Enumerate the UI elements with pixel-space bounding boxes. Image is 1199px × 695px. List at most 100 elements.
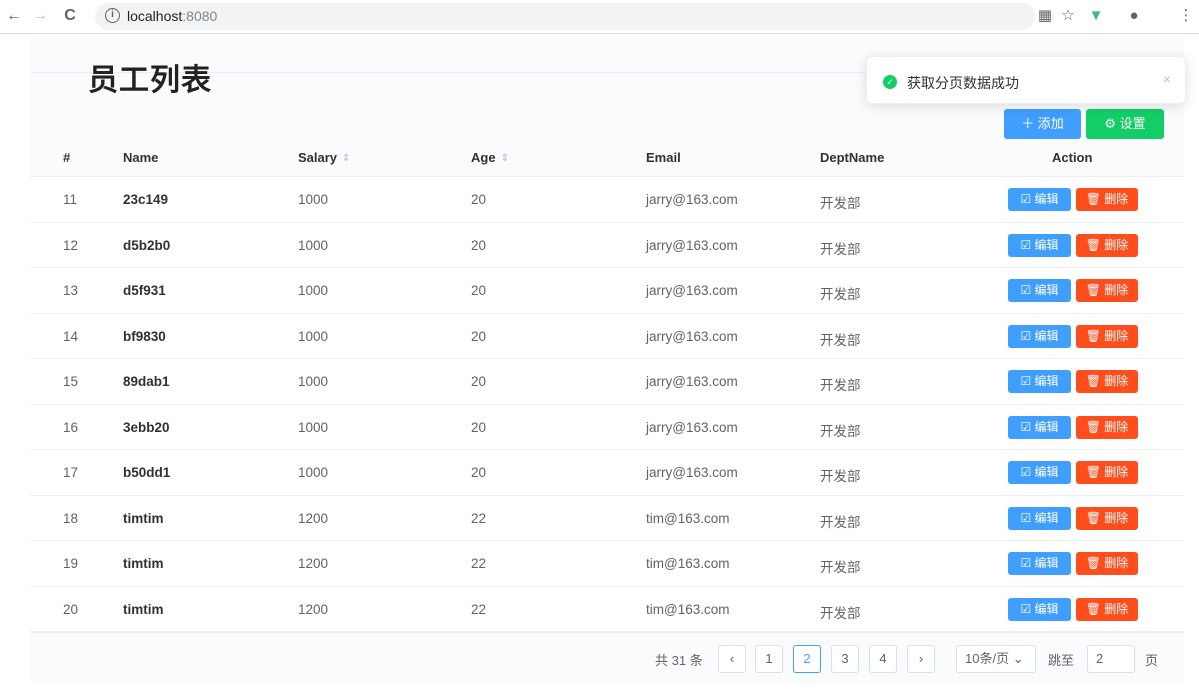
cell-email: jarry@163.com (646, 237, 738, 253)
cell-dept: 开发部 (820, 287, 861, 302)
cell-email: jarry@163.com (646, 192, 738, 207)
table-row: 12 d5b2b0 1000 20 jarry@163.com 开发部 ☑ 编辑 🗑 删除 (30, 223, 1184, 268)
cell-salary: 1000 (298, 328, 329, 344)
cell-email: jarry@163.com (646, 465, 738, 480)
next-page-button[interactable]: › (907, 645, 935, 673)
delete-button[interactable]: 🗑 删除 (1076, 506, 1138, 530)
address-bar[interactable]: i localhost:8080 (95, 3, 1035, 30)
cell-age: 22 (471, 556, 487, 571)
table-row: 19 timtim 1200 22 tim@163.com 开发部 ☑ 编辑 🗑 删除 (30, 541, 1184, 587)
menu-kebab-icon[interactable]: ⋮ (1176, 6, 1196, 26)
edit-button[interactable]: ☑ 编辑 (1008, 370, 1071, 393)
cell-salary: 1200 (298, 510, 329, 526)
pagination: 共 31 条 ‹ 1 2 3 4 › 10条/页 ⌄ 跳至 2 页 (30, 632, 1184, 684)
page-4-button[interactable]: 4 (869, 645, 897, 673)
pagination-total: 共 31 条 (655, 653, 703, 668)
page-2-button[interactable]: 2 (793, 645, 821, 673)
cell-age: 20 (471, 374, 487, 389)
cell-salary: 1000 (298, 283, 329, 298)
table-body: 11 23c149 1000 20 jarry@163.com 开发部 ☑ 编辑 🗑 删除 12… (30, 177, 1184, 632)
edit-button[interactable]: ☑ 编辑 (1008, 597, 1071, 621)
edit-button[interactable]: ☑ 编辑 (1008, 552, 1071, 575)
delete-button[interactable]: 🗑 删除 (1076, 233, 1138, 257)
cell-salary: 1200 (298, 601, 329, 617)
cell-age: 22 (471, 601, 487, 617)
chevron-down-icon: ⌄ (1012, 651, 1024, 666)
delete-button[interactable]: 🗑 删除 (1076, 324, 1138, 348)
cell-dept: 开发部 (820, 196, 861, 211)
cell-age: 22 (471, 510, 487, 526)
header-age[interactable]: Age ⇕ (471, 150, 509, 165)
cell-name: 3ebb20 (123, 419, 170, 435)
edit-button[interactable]: ☑ 编辑 (1008, 506, 1071, 530)
cell-name: d5f931 (123, 283, 166, 298)
header-action: Action (1052, 150, 1093, 165)
edit-button[interactable]: ☑ 编辑 (1008, 188, 1071, 211)
cell-name: 89dab1 (123, 374, 170, 389)
cell-name: timtim (123, 510, 164, 526)
cell-salary: 1000 (298, 237, 329, 253)
add-button[interactable]: ＋ 添加 (1004, 109, 1081, 139)
success-notification: ✓ 获取分页数据成功 × (866, 56, 1186, 104)
cell-name: 23c149 (123, 192, 169, 207)
browser-toolbar: ← → C i localhost:8080 ▦ ☆ ▼ ● ⋮ (0, 0, 1199, 34)
edit-button[interactable]: ☑ 编辑 (1008, 324, 1071, 348)
header-salary[interactable]: Salary ⇕ (298, 150, 350, 165)
edit-button[interactable]: ☑ 编辑 (1008, 461, 1071, 484)
cell-name: timtim (123, 556, 164, 571)
jump-label: 跳至 (1048, 653, 1075, 668)
url-port: :8080 (182, 8, 218, 24)
employee-table: # Name Salary ⇕ Age ⇕ Email DeptName Actio… (30, 141, 1184, 632)
cell-index: 13 (63, 283, 79, 298)
page-title: 员工列表 (88, 64, 212, 97)
cell-email: jarry@163.com (646, 283, 738, 298)
cell-name: b50dd1 (123, 465, 171, 480)
sort-icon[interactable]: ⇕ (501, 153, 509, 163)
delete-button[interactable]: 🗑 删除 (1076, 415, 1138, 439)
employee-page: 员工列表 ＋ 添加 ⚙ 设置 # Name Salary ⇕ Age ⇕ Email… (30, 35, 1184, 685)
delete-button[interactable]: 🗑 删除 (1076, 188, 1138, 211)
page-size-select[interactable]: 10条/页 ⌄ (956, 645, 1036, 673)
settings-button[interactable]: ⚙ 设置 (1086, 109, 1164, 139)
vue-devtools-icon[interactable]: ▼ (1086, 6, 1106, 26)
bookmark-star-icon[interactable]: ☆ (1058, 6, 1078, 26)
table-row: 18 timtim 1200 22 tim@163.com 开发部 ☑ 编辑 🗑 删除 (30, 496, 1184, 541)
delete-button[interactable]: 🗑 删除 (1076, 279, 1138, 302)
header-age-label: Age (471, 150, 496, 165)
profile-icon[interactable]: ● (1124, 6, 1144, 26)
table-row: 15 89dab1 1000 20 jarry@163.com 开发部 ☑ 编辑 🗑 删除 (30, 359, 1184, 405)
back-icon[interactable]: ← (4, 6, 24, 26)
edit-button[interactable]: ☑ 编辑 (1008, 415, 1071, 439)
delete-button[interactable]: 🗑 删除 (1076, 552, 1138, 575)
delete-button[interactable]: 🗑 删除 (1076, 461, 1138, 484)
sort-icon[interactable]: ⇕ (342, 153, 350, 163)
prev-page-button[interactable]: ‹ (718, 645, 746, 673)
reload-icon[interactable]: C (60, 6, 80, 26)
cell-age: 20 (471, 419, 487, 435)
cell-name: timtim (123, 601, 164, 617)
close-icon[interactable]: × (1163, 71, 1171, 87)
table-row: 14 bf9830 1000 20 jarry@163.com 开发部 ☑ 编辑 🗑 删除 (30, 314, 1184, 359)
notification-message: 获取分页数据成功 (907, 75, 1019, 91)
delete-button[interactable]: 🗑 删除 (1076, 597, 1138, 621)
table-row: 11 23c149 1000 20 jarry@163.com 开发部 ☑ 编辑 🗑 删除 (30, 177, 1184, 223)
cell-email: tim@163.com (646, 556, 730, 571)
jump-page-input[interactable]: 2 (1087, 645, 1135, 673)
table-row: 17 b50dd1 1000 20 jarry@163.com 开发部 ☑ 编辑 🗑 删除 (30, 450, 1184, 496)
edit-button[interactable]: ☑ 编辑 (1008, 279, 1071, 302)
cell-index: 11 (63, 192, 78, 207)
page-3-button[interactable]: 3 (831, 645, 859, 673)
cell-name: bf9830 (123, 328, 166, 344)
cell-index: 20 (63, 601, 79, 617)
cell-salary: 1200 (298, 556, 329, 571)
forward-icon[interactable]: → (30, 6, 50, 26)
info-icon[interactable]: i (105, 8, 120, 23)
cell-index: 19 (63, 556, 79, 571)
cell-age: 20 (471, 283, 487, 298)
delete-button[interactable]: 🗑 删除 (1076, 370, 1138, 393)
translate-icon[interactable]: ▦ (1035, 6, 1055, 26)
edit-button[interactable]: ☑ 编辑 (1008, 233, 1071, 257)
header-index: # (63, 150, 71, 165)
table-row: 13 d5f931 1000 20 jarry@163.com 开发部 ☑ 编辑 🗑 删除 (30, 268, 1184, 314)
page-1-button[interactable]: 1 (755, 645, 783, 673)
